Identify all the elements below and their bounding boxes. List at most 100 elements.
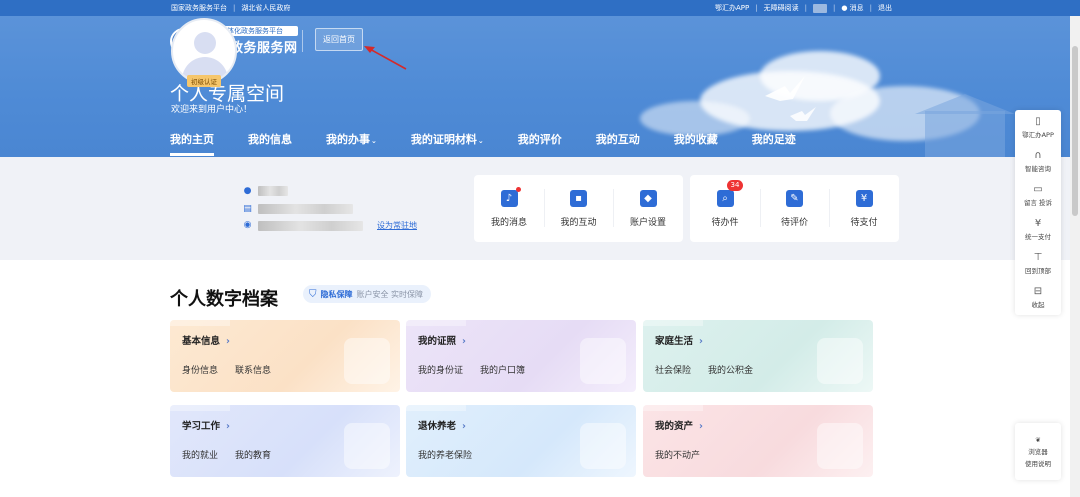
- nav-label: 我的足迹: [751, 133, 796, 146]
- card-assets[interactable]: 我的资产 › 我的不动产: [643, 405, 873, 477]
- scrollbar-thumb[interactable]: [1072, 46, 1078, 216]
- card-family-life[interactable]: 家庭生活 › 社会保险 我的公积金: [643, 320, 873, 392]
- topbar-link-national[interactable]: 国家政务服务平台: [171, 3, 227, 13]
- collapse-icon: ⊟: [1033, 286, 1043, 297]
- bell-icon: ●: [841, 4, 848, 12]
- pending-tasks-button[interactable]: ⌕ 34 待办件: [690, 175, 760, 242]
- divider: [302, 30, 303, 52]
- float-app[interactable]: ▯ 鄂汇办APP: [1015, 116, 1061, 139]
- card-title[interactable]: 我的证照 ›: [418, 333, 466, 347]
- chevron-down-icon: ⌄: [371, 137, 377, 145]
- back-home-button[interactable]: 返回首页: [315, 28, 363, 51]
- quick-task-label: 待办件: [711, 217, 739, 228]
- settings-icon: ◆: [639, 189, 657, 207]
- car-illustration: [817, 423, 863, 469]
- float-consult[interactable]: ∩ 智能咨询: [1015, 150, 1061, 173]
- card-title[interactable]: 退休养老 ›: [418, 418, 466, 432]
- floating-toolbar: ▯ 鄂汇办APP ∩ 智能咨询 ▭ 留言 投诉 ¥ 统一支付 ⊤ 回到顶部 ⊟ 收起: [1015, 110, 1061, 315]
- card-study-work[interactable]: 学习工作 › 我的就业 我的教育: [170, 405, 400, 477]
- message-icon: ▭: [1033, 184, 1043, 195]
- card-link[interactable]: 联系信息: [235, 363, 271, 376]
- books-illustration: [344, 423, 390, 469]
- pending-count-badge: 34: [726, 179, 744, 191]
- account-settings-button[interactable]: ◆ 账户设置: [613, 175, 683, 242]
- nav-label: 我的互动: [595, 133, 640, 146]
- id-redacted: [258, 204, 353, 214]
- card-link[interactable]: 社会保险: [655, 363, 691, 376]
- section-title: 个人数字档案: [170, 289, 278, 310]
- quick-tasks-panel: ⌕ 34 待办件 ✎ 待评价 ¥ 待支付: [690, 175, 899, 242]
- topbar-link-province[interactable]: 湖北省人民政府: [241, 3, 290, 13]
- nav-footprint[interactable]: 我的足迹: [752, 131, 796, 156]
- headset-icon: ∩: [1034, 150, 1042, 161]
- main-nav: 我的主页 我的信息 我的办事⌄ 我的证明材料⌄ 我的评价 我的互动 我的收藏 我…: [170, 131, 830, 156]
- address-redacted: [258, 220, 363, 231]
- username-redacted[interactable]: [812, 3, 827, 13]
- card-link[interactable]: 我的养老保险: [418, 448, 472, 461]
- chevron-down-icon: ⌄: [477, 137, 484, 145]
- card-link[interactable]: 我的教育: [235, 448, 271, 461]
- quick-task-label: 待评价: [780, 217, 808, 228]
- card-title[interactable]: 家庭生活 ›: [655, 333, 703, 347]
- card-link[interactable]: 我的户口簿: [480, 363, 525, 376]
- nav-certificates[interactable]: 我的证明材料⌄: [411, 131, 484, 156]
- card-certificates[interactable]: 我的证照 › 我的身份证 我的户口簿: [406, 320, 636, 392]
- card-link[interactable]: 我的公积金: [708, 363, 753, 376]
- auth-level-badge: 初级认证: [187, 75, 221, 87]
- float-payment[interactable]: ¥ 统一支付: [1015, 218, 1061, 241]
- my-messages-button[interactable]: ♪ 我的消息: [474, 175, 544, 242]
- user-icon: ●: [243, 185, 252, 196]
- nav-home[interactable]: 我的主页: [170, 131, 214, 156]
- card-link[interactable]: 我的就业: [182, 448, 218, 461]
- card-link[interactable]: 我的不动产: [655, 448, 700, 461]
- chat-icon: ▪: [570, 189, 587, 207]
- info-row-id: ▤: [243, 204, 353, 214]
- nav-affairs[interactable]: 我的办事⌄: [326, 131, 377, 156]
- quick-actions-panel: ♪ 我的消息 ▪ 我的互动 ◆ 账户设置: [474, 175, 683, 242]
- top-icon: ⊤: [1033, 252, 1043, 263]
- float-feedback[interactable]: ▭ 留言 投诉: [1015, 184, 1061, 207]
- building-silhouette: [915, 94, 1015, 157]
- divider: |: [832, 4, 836, 12]
- id-card-icon: ▤: [243, 203, 252, 214]
- float-back-top[interactable]: ⊤ 回到顶部: [1015, 252, 1061, 275]
- red-arrow-annotation: [364, 46, 407, 70]
- set-default-location-link[interactable]: 设为常驻地: [377, 220, 417, 231]
- card-link[interactable]: 身份信息: [182, 363, 218, 376]
- info-row-address: ◉ 设为常驻地: [243, 220, 417, 231]
- card-title[interactable]: 我的资产 ›: [655, 418, 703, 432]
- float-collapse[interactable]: ⊟ 收起: [1015, 286, 1061, 309]
- privacy-label: 隐私保障: [320, 289, 353, 299]
- privacy-badge: ⛉ 隐私保障 账户安全 实时保障: [303, 285, 432, 303]
- edit-icon: ✎: [786, 189, 803, 207]
- chevron-right-icon: ›: [462, 336, 466, 347]
- quick-action-label: 账户设置: [629, 217, 666, 228]
- topbar-link-accessibility[interactable]: 无障碍阅读: [764, 3, 799, 13]
- scrollbar[interactable]: [1070, 16, 1080, 497]
- card-title[interactable]: 学习工作 ›: [182, 418, 230, 432]
- nav-info[interactable]: 我的信息: [248, 131, 292, 156]
- bell-icon: ♪: [500, 186, 521, 207]
- nav-reviews[interactable]: 我的评价: [518, 131, 562, 156]
- pending-payment-button[interactable]: ¥ 待支付: [829, 175, 899, 242]
- page-subtitle: 欢迎来到用户中心！: [171, 105, 253, 115]
- topbar-link-app[interactable]: 鄂汇办APP: [715, 3, 749, 13]
- my-interaction-button[interactable]: ▪ 我的互动: [544, 175, 613, 242]
- pending-review-button[interactable]: ✎ 待评价: [760, 175, 829, 242]
- divider: |: [804, 4, 807, 12]
- logout-link[interactable]: 退出: [878, 3, 892, 13]
- browser-guide-button[interactable]: ❦ 浏览器 使用说明: [1015, 423, 1061, 480]
- nav-favorites[interactable]: 我的收藏: [674, 131, 718, 156]
- privacy-desc: 账户安全 实时保障: [356, 289, 424, 299]
- card-basic-info[interactable]: 基本信息 › 身份信息 联系信息: [170, 320, 400, 392]
- divider: |: [233, 4, 236, 12]
- search-doc-icon: ⌕ 34: [716, 179, 744, 207]
- message-link[interactable]: ● 消息: [841, 3, 863, 13]
- chevron-right-icon: ›: [226, 421, 230, 432]
- quick-action-label: 我的消息: [490, 217, 527, 228]
- card-retirement[interactable]: 退休养老 › 我的养老保险: [406, 405, 636, 477]
- browser-guide-label: 浏览器: [1028, 447, 1048, 456]
- nav-interaction[interactable]: 我的互动: [596, 131, 640, 156]
- card-title[interactable]: 基本信息 ›: [182, 333, 230, 347]
- card-link[interactable]: 我的身份证: [418, 363, 463, 376]
